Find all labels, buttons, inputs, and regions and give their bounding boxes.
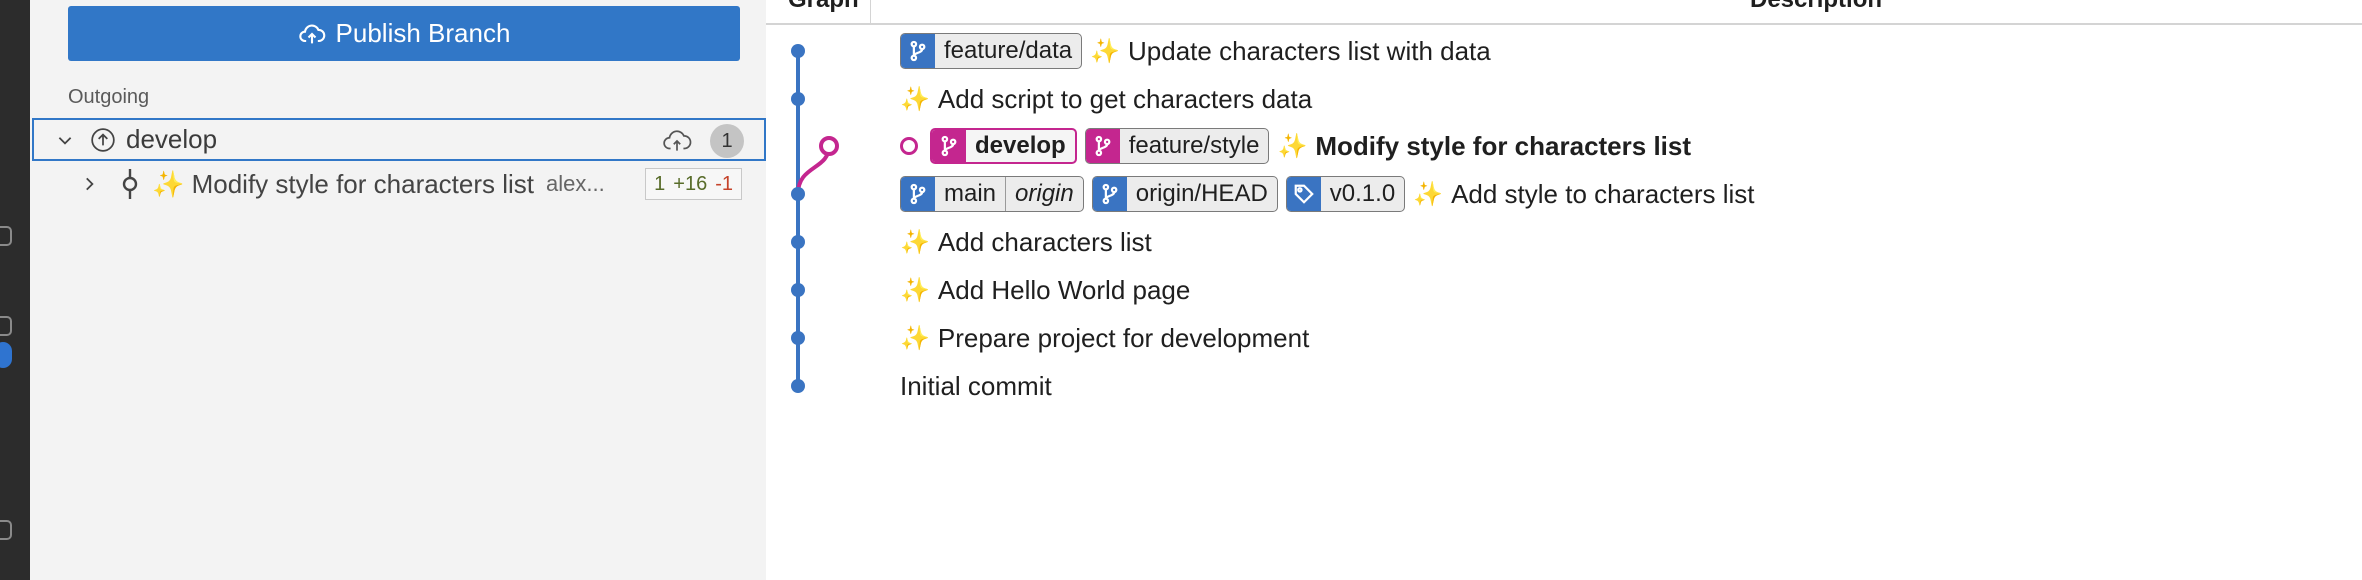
- arrow-up-circle-icon: [91, 127, 115, 152]
- sparkles-icon: ✨: [1277, 132, 1308, 160]
- head-indicator-icon: [900, 137, 918, 155]
- commit-row-head[interactable]: develop feature/style ✨ Modify style for…: [900, 126, 1691, 166]
- branch-ref-develop[interactable]: develop: [930, 128, 1077, 164]
- ref-remote-label: origin: [1005, 177, 1083, 211]
- commit-row[interactable]: ✨ Add Hello World page: [900, 270, 1190, 310]
- commit-message: Add Hello World page: [937, 274, 1191, 305]
- commit-row[interactable]: Initial commit: [900, 366, 1052, 406]
- commit-message: Add characters list: [937, 226, 1152, 257]
- publish-branch-label: Publish Branch: [335, 18, 511, 48]
- graph-lines: [791, 44, 839, 393]
- commit-message: Add style to characters list: [1451, 178, 1755, 209]
- chevron-right-icon[interactable]: [80, 175, 98, 193]
- commit-message: Update characters list with data: [1128, 35, 1491, 66]
- ref-label: develop: [975, 132, 1066, 159]
- sparkles-icon: ✨: [900, 324, 930, 352]
- sparkles-icon: ✨: [1413, 180, 1444, 208]
- commit-node[interactable]: [791, 379, 805, 393]
- cloud-upload-icon[interactable]: [662, 128, 692, 154]
- branch-row-develop[interactable]: develop 1: [32, 118, 766, 161]
- commit-message: ✨ Modify style for characters list: [152, 168, 535, 199]
- sparkles-icon: ✨: [900, 85, 930, 113]
- commit-message: Add script to get characters data: [937, 83, 1313, 114]
- outgoing-section-label: Outgoing: [68, 86, 150, 108]
- ref-label: feature/style: [1128, 132, 1260, 159]
- commit-row[interactable]: ✨ Add characters list: [900, 222, 1152, 262]
- commit-node[interactable]: [791, 92, 805, 106]
- outgoing-count-badge: 1: [710, 124, 744, 158]
- commit-node[interactable]: [791, 331, 805, 345]
- commit-message: Initial commit: [900, 370, 1052, 401]
- cloud-upload-icon: [298, 24, 325, 43]
- branch-ref-feature-data[interactable]: feature/data: [900, 33, 1083, 69]
- commit-row[interactable]: ✨ Prepare project for development: [900, 318, 1309, 358]
- branch-ref-feature-style[interactable]: feature/style: [1084, 128, 1270, 164]
- commit-node-head[interactable]: [819, 136, 839, 156]
- publish-branch-button[interactable]: Publish Branch: [68, 6, 740, 61]
- sparkles-icon: ✨: [900, 228, 930, 256]
- tag-ref-v0-1-0[interactable]: v0.1.0: [1285, 176, 1406, 212]
- additions: +16: [673, 172, 708, 195]
- sparkles-icon: ✨: [1090, 37, 1120, 65]
- ref-label: feature/data: [944, 37, 1073, 64]
- commit-row[interactable]: feature/data ✨ Update characters list wi…: [900, 31, 1491, 71]
- git-branch-icon: [1085, 129, 1120, 163]
- commit-graph-panel: Graph Description feature/data ✨ Update …: [766, 0, 2362, 580]
- deletions: -1: [715, 172, 733, 195]
- activity-bar: [0, 0, 30, 580]
- ref-label: main: [944, 180, 997, 207]
- git-branch-icon: [901, 177, 935, 211]
- commit-row[interactable]: ✨ Add script to get characters data: [900, 79, 1312, 119]
- outgoing-commit-row[interactable]: ✨ Modify style for characters list alex.…: [32, 162, 766, 206]
- commit-node[interactable]: [791, 235, 805, 249]
- ref-label: origin/HEAD: [1135, 180, 1268, 207]
- notification-badge: [0, 342, 12, 368]
- branch-ref-origin-head[interactable]: origin/HEAD: [1091, 176, 1278, 212]
- graph-header: Graph Description: [766, 0, 2362, 25]
- commit-message: Modify style for characters list: [1315, 130, 1692, 161]
- git-branch-icon: [901, 34, 935, 68]
- commit-node[interactable]: [791, 44, 805, 58]
- commit-node[interactable]: [791, 283, 805, 297]
- source-control-sidebar: Publish Branch Outgoing develop 1 ✨ Modi…: [30, 0, 766, 580]
- source-control-icon[interactable]: [0, 226, 12, 246]
- branch-ref-main[interactable]: main origin: [900, 176, 1084, 212]
- account-icon[interactable]: [0, 520, 12, 540]
- commit-row[interactable]: main origin origin/HEAD v0.1.0 ✨ Add sty…: [900, 174, 1755, 214]
- commit-stats: 1 +16 -1: [645, 168, 742, 200]
- extensions-icon[interactable]: [0, 316, 12, 336]
- sparkles-icon: ✨: [900, 276, 930, 304]
- branch-name: develop: [126, 124, 218, 154]
- files-changed: 1: [654, 172, 666, 195]
- description-column-header[interactable]: Description: [1750, 0, 1882, 14]
- ref-label: v0.1.0: [1329, 180, 1396, 207]
- commit-message: Prepare project for development: [937, 322, 1310, 353]
- tag-icon: [1286, 177, 1321, 211]
- git-branch-icon: [1092, 177, 1127, 211]
- git-commit-icon: [122, 169, 138, 199]
- commit-author: alex...: [546, 171, 605, 196]
- git-branch-icon: [932, 130, 966, 162]
- commit-node[interactable]: [791, 187, 805, 201]
- chevron-down-icon[interactable]: [56, 131, 74, 149]
